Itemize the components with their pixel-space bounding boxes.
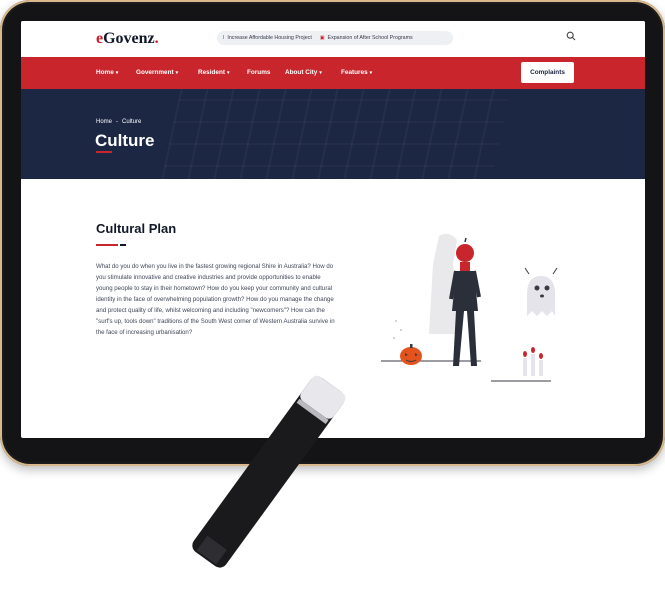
breadcrumb-current: Culture bbox=[122, 119, 142, 125]
nav-label: About City bbox=[285, 69, 318, 76]
chevron-down-icon: ▾ bbox=[175, 69, 179, 76]
news-ticker: I Increase Affordable Housing Project ▣ … bbox=[217, 31, 453, 45]
chevron-down-icon: ▾ bbox=[319, 69, 322, 76]
nav-label: Government bbox=[136, 69, 174, 76]
chevron-down-icon: ▾ bbox=[369, 69, 373, 76]
logo-dot: . bbox=[154, 30, 159, 47]
logo-text: Govenz bbox=[103, 30, 155, 47]
section-title: Cultural Plan bbox=[96, 221, 177, 236]
hero-background-image bbox=[159, 89, 513, 179]
breadcrumb-separator: - bbox=[116, 119, 119, 125]
nav-item-features[interactable]: Features ▾ bbox=[341, 69, 372, 76]
halloween-illustration bbox=[381, 233, 558, 382]
site-logo[interactable]: eGovenz. bbox=[96, 30, 159, 48]
title-accent-dot bbox=[120, 244, 126, 246]
nav-item-resident[interactable]: Resident ▾ bbox=[198, 69, 230, 76]
tablet-screen: eGovenz. I Increase Affordable Housing P… bbox=[21, 21, 645, 438]
search-icon[interactable] bbox=[566, 31, 576, 41]
ticker-item[interactable]: I Increase Affordable Housing Project bbox=[223, 35, 312, 41]
ticker-marker-icon: I bbox=[223, 35, 225, 41]
nav-label: Resident bbox=[198, 69, 225, 76]
page-hero: Home - Culture Culture bbox=[21, 89, 645, 179]
complaints-button[interactable]: Complaints bbox=[521, 62, 574, 83]
breadcrumb: Home - Culture bbox=[96, 119, 141, 125]
ticker-text: Expansion of After School Programs bbox=[327, 35, 413, 41]
title-underline bbox=[96, 151, 112, 153]
ticker-item[interactable]: ▣ Expansion of After School Programs bbox=[320, 35, 413, 41]
breadcrumb-home[interactable]: Home bbox=[96, 119, 112, 125]
nav-item-forums[interactable]: Forums bbox=[247, 69, 270, 76]
main-nav: Home ▾ Government ▾ Resident ▾ Forums Ab… bbox=[21, 57, 645, 89]
nav-label: Home bbox=[96, 69, 114, 76]
nav-item-government[interactable]: Government ▾ bbox=[136, 69, 178, 76]
chevron-down-icon: ▾ bbox=[115, 69, 119, 76]
section-paragraph: What do you do when you live in the fast… bbox=[96, 263, 335, 336]
chevron-down-icon: ▾ bbox=[227, 69, 230, 76]
nav-item-home[interactable]: Home ▾ bbox=[96, 69, 118, 76]
ticker-text: Increase Affordable Housing Project bbox=[227, 35, 312, 41]
title-accent-bar bbox=[96, 244, 118, 246]
top-bar: eGovenz. I Increase Affordable Housing P… bbox=[21, 21, 645, 57]
ticker-marker-icon: ▣ bbox=[319, 35, 325, 41]
page-title: Culture bbox=[95, 131, 155, 150]
nav-label: Forums bbox=[247, 69, 271, 76]
nav-item-about-city[interactable]: About City ▾ bbox=[285, 69, 322, 76]
nav-label: Features bbox=[341, 69, 368, 76]
